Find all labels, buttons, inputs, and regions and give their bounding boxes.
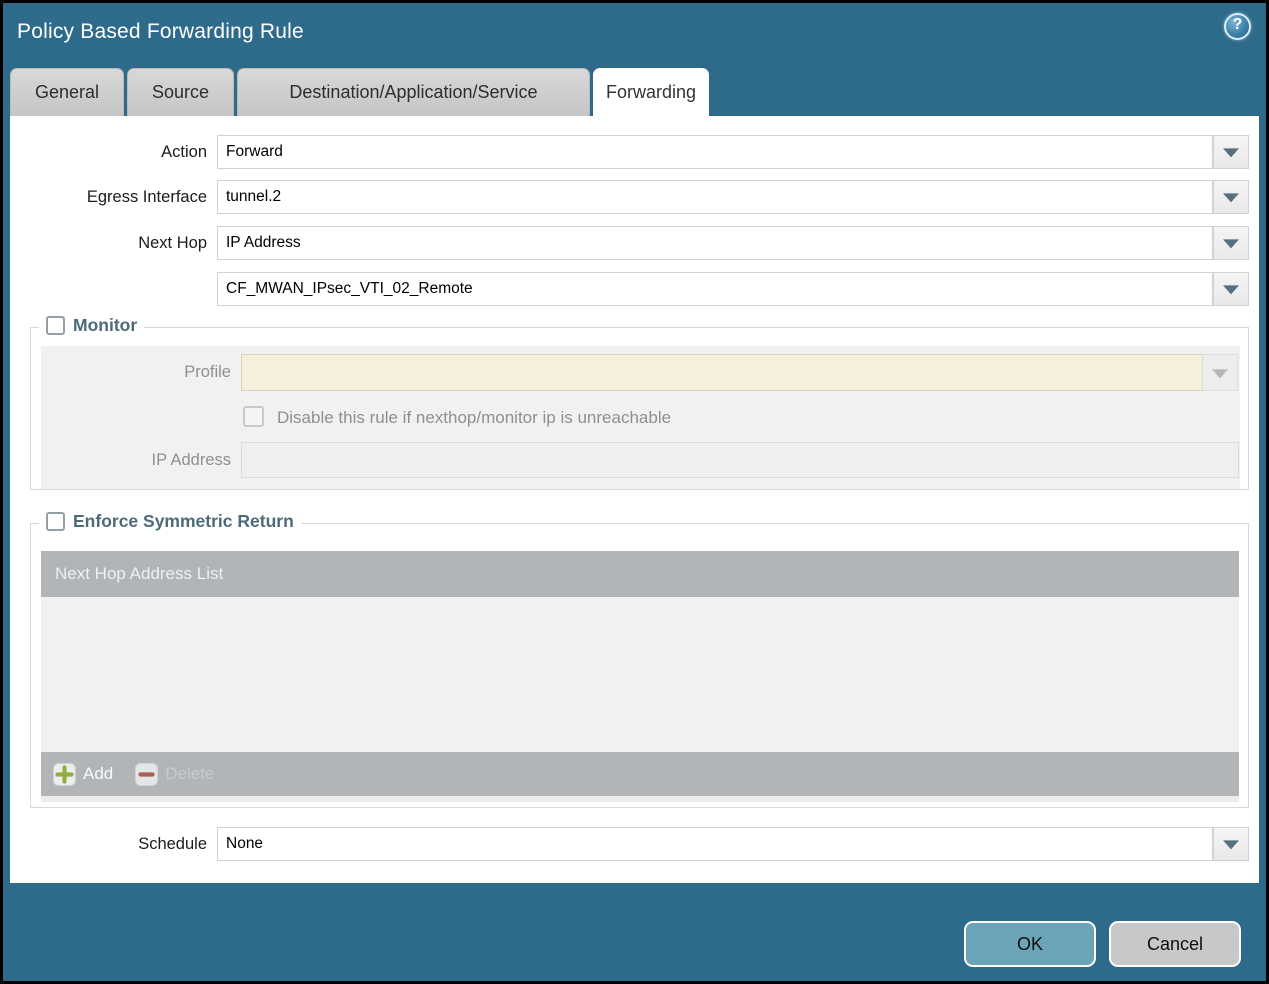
next-hop-type-select[interactable]: IP Address <box>217 226 1213 260</box>
delete-button-label: Delete <box>165 764 215 783</box>
next-hop-type-dropdown-button[interactable] <box>1213 226 1249 260</box>
profile-select <box>241 354 1203 391</box>
schedule-dropdown-button[interactable] <box>1213 827 1249 861</box>
monitor-ip-address-input <box>241 442 1239 478</box>
ok-button[interactable]: OK <box>964 921 1096 967</box>
profile-dropdown-button <box>1202 354 1238 391</box>
chevron-down-icon <box>1223 840 1239 850</box>
schedule-label: Schedule <box>138 835 207 853</box>
tab-forwarding[interactable]: Forwarding <box>593 68 709 116</box>
monitor-legend-label: Monitor <box>73 315 138 335</box>
add-button[interactable]: Add <box>53 762 114 786</box>
symmetric-return-legend-label: Enforce Symmetric Return <box>73 511 294 531</box>
chevron-down-icon <box>1223 193 1239 203</box>
delete-button: Delete <box>135 762 215 786</box>
egress-interface-label: Egress Interface <box>86 188 207 206</box>
next-hop-address-select[interactable]: CF_MWAN_IPsec_VTI_02_Remote <box>217 272 1213 306</box>
egress-interface-dropdown-button[interactable] <box>1213 180 1249 214</box>
cancel-button[interactable]: Cancel <box>1109 921 1241 967</box>
action-select[interactable]: Forward <box>217 135 1213 169</box>
minus-icon <box>135 762 159 786</box>
symmetric-return-legend: Enforce Symmetric Return <box>39 511 301 532</box>
tab-destination-application-service[interactable]: Destination/Application/Service <box>237 68 590 116</box>
table-footer-toolbar: Add Delete <box>41 752 1239 796</box>
monitor-checkbox[interactable] <box>46 316 65 335</box>
schedule-select[interactable]: None <box>217 827 1213 861</box>
disable-rule-checkbox-label: Disable this rule if nexthop/monitor ip … <box>277 408 672 427</box>
table-scrollbar-track <box>41 796 1239 802</box>
monitor-disabled-panel: Profile Disable this rule if nexthop/mon… <box>41 346 1240 489</box>
pbf-rule-dialog: Policy Based Forwarding Rule General Sou… <box>3 3 1266 981</box>
chevron-down-icon <box>1212 368 1228 378</box>
forwarding-tab-content: Action Forward Egress Interface tunnel.2… <box>10 116 1259 883</box>
symmetric-return-section: Enforce Symmetric Return Next Hop Addres… <box>30 511 1249 808</box>
monitor-legend: Monitor <box>39 315 145 336</box>
add-button-label: Add <box>83 764 114 783</box>
next-hop-address-list-header: Next Hop Address List <box>41 551 1239 597</box>
chevron-down-icon <box>1223 239 1239 249</box>
enforce-symmetric-return-checkbox[interactable] <box>46 512 65 531</box>
plus-icon <box>53 762 76 786</box>
dialog-title: Policy Based Forwarding Rule <box>17 20 304 43</box>
next-hop-address-table: Next Hop Address List Add Delete <box>41 551 1239 802</box>
tab-source[interactable]: Source <box>127 68 234 116</box>
egress-interface-select[interactable]: tunnel.2 <box>217 180 1213 214</box>
chevron-down-icon <box>1223 285 1239 295</box>
next-hop-address-dropdown-button[interactable] <box>1213 272 1249 306</box>
dialog-footer: OK Cancel <box>3 921 1266 967</box>
tab-general[interactable]: General <box>10 68 124 116</box>
help-icon[interactable] <box>1224 13 1251 40</box>
disable-rule-checkbox <box>243 406 264 427</box>
chevron-down-icon <box>1223 148 1239 158</box>
profile-label: Profile <box>184 363 231 381</box>
action-label: Action <box>161 143 207 161</box>
action-dropdown-button[interactable] <box>1213 135 1249 169</box>
titlebar: Policy Based Forwarding Rule <box>3 3 1266 68</box>
monitor-ip-address-label: IP Address <box>151 451 232 469</box>
tab-bar: General Source Destination/Application/S… <box>10 68 709 116</box>
next-hop-address-list-body[interactable] <box>41 597 1239 752</box>
monitor-section: Monitor Profile Disable this rule if nex… <box>30 315 1249 490</box>
screenshot-frame: Policy Based Forwarding Rule General Sou… <box>0 0 1269 984</box>
next-hop-label: Next Hop <box>138 234 207 252</box>
